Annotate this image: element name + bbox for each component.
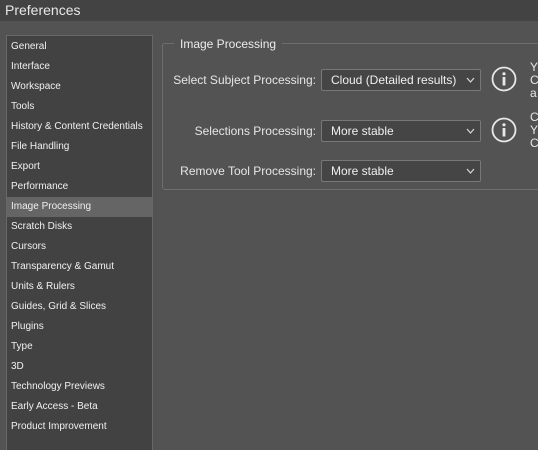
info-icon[interactable] bbox=[491, 66, 517, 92]
window-title: Preferences bbox=[0, 0, 538, 21]
preferences-window: Preferences General Interface Workspace … bbox=[0, 0, 538, 450]
sidebar-item-plugins[interactable]: Plugins bbox=[7, 317, 152, 337]
chevron-down-icon bbox=[466, 168, 475, 174]
group-title: Image Processing bbox=[174, 36, 283, 52]
selections-hint: CYC bbox=[530, 111, 538, 150]
sidebar-item-file-handling[interactable]: File Handling bbox=[7, 137, 152, 157]
sidebar-item-general[interactable]: General bbox=[7, 37, 152, 57]
preferences-sidebar: General Interface Workspace Tools Histor… bbox=[6, 35, 153, 450]
select-subject-hint: YCa bbox=[530, 61, 538, 100]
sidebar-item-performance[interactable]: Performance bbox=[7, 177, 152, 197]
selections-label: Selections Processing: bbox=[194, 124, 316, 138]
remove-tool-label: Remove Tool Processing: bbox=[180, 164, 316, 178]
sidebar-item-history-content-credentials[interactable]: History & Content Credentials bbox=[7, 117, 152, 137]
chevron-down-icon bbox=[466, 77, 475, 83]
sidebar-item-3d[interactable]: 3D bbox=[7, 357, 152, 377]
sidebar-item-transparency-gamut[interactable]: Transparency & Gamut bbox=[7, 257, 152, 277]
hint-line: a bbox=[530, 86, 537, 100]
sidebar-item-workspace[interactable]: Workspace bbox=[7, 77, 152, 97]
sidebar-item-units-rulers[interactable]: Units & Rulers bbox=[7, 277, 152, 297]
sidebar-item-technology-previews[interactable]: Technology Previews bbox=[7, 377, 152, 397]
sidebar-item-early-access-beta[interactable]: Early Access - Beta bbox=[7, 397, 152, 417]
selections-dropdown[interactable]: More stable bbox=[321, 120, 481, 142]
info-icon[interactable] bbox=[491, 117, 517, 143]
remove-tool-dropdown[interactable]: More stable bbox=[321, 160, 481, 182]
select-subject-value: Cloud (Detailed results) bbox=[331, 73, 457, 87]
sidebar-item-type[interactable]: Type bbox=[7, 337, 152, 357]
selections-value: More stable bbox=[331, 124, 394, 138]
sidebar-item-image-processing[interactable]: Image Processing bbox=[7, 197, 152, 217]
sidebar-item-scratch-disks[interactable]: Scratch Disks bbox=[7, 217, 152, 237]
select-subject-dropdown[interactable]: Cloud (Detailed results) bbox=[321, 69, 481, 91]
sidebar-item-interface[interactable]: Interface bbox=[7, 57, 152, 77]
select-subject-label: Select Subject Processing: bbox=[173, 73, 316, 87]
sidebar-item-guides-grid-slices[interactable]: Guides, Grid & Slices bbox=[7, 297, 152, 317]
sidebar-item-product-improvement[interactable]: Product Improvement bbox=[7, 417, 152, 437]
remove-tool-value: More stable bbox=[331, 164, 394, 178]
sidebar-item-cursors[interactable]: Cursors bbox=[7, 237, 152, 257]
sidebar-item-export[interactable]: Export bbox=[7, 157, 152, 177]
sidebar-item-tools[interactable]: Tools bbox=[7, 97, 152, 117]
hint-line: C bbox=[530, 136, 538, 150]
chevron-down-icon bbox=[466, 128, 475, 134]
